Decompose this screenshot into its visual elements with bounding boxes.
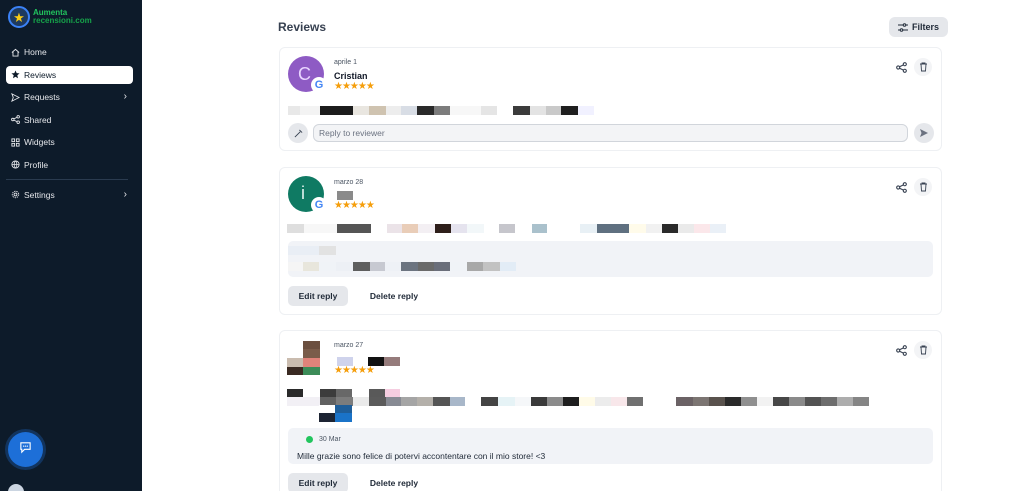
sidebar-item-home[interactable]: Home bbox=[6, 43, 133, 61]
sidebar-item-label: Requests bbox=[24, 92, 60, 103]
chat-button[interactable] bbox=[8, 432, 43, 467]
magic-wand-icon bbox=[294, 129, 302, 137]
star-logo-icon: ★ bbox=[8, 6, 30, 28]
brand-line-2: recensioni.com bbox=[33, 16, 92, 25]
redacted-reviewer-name bbox=[334, 191, 353, 200]
sidebar-item-settings[interactable]: Settings › bbox=[6, 186, 133, 204]
send-icon bbox=[920, 129, 928, 137]
delete-review-button[interactable] bbox=[914, 178, 932, 196]
trash-icon bbox=[919, 345, 927, 355]
sidebar: ★ Aumenta recensioni.com Home Reviews Re… bbox=[0, 0, 142, 491]
page-title: Reviews bbox=[278, 20, 327, 34]
reply-content: 30 Mar Mille grazie sono felice di poter… bbox=[288, 428, 933, 464]
reply-composer bbox=[288, 123, 934, 143]
review-date: aprile 1 bbox=[334, 59, 357, 66]
share-icon bbox=[895, 181, 907, 193]
sidebar-item-profile[interactable]: Profile bbox=[6, 156, 133, 174]
sidebar-item-label: Shared bbox=[24, 114, 52, 125]
star-icon bbox=[10, 70, 20, 80]
avatar: C G bbox=[288, 56, 327, 93]
avatar: i G bbox=[288, 176, 327, 213]
share-icon bbox=[10, 115, 20, 125]
share-icon bbox=[895, 344, 907, 356]
sidebar-nav: Home Reviews Requests › Shared Widgets P… bbox=[6, 43, 133, 208]
reply-text: Mille grazie sono felice di potervi acco… bbox=[297, 451, 546, 461]
google-icon: G bbox=[311, 77, 327, 93]
share-button[interactable] bbox=[892, 58, 910, 76]
redacted-review-text bbox=[288, 106, 594, 115]
sidebar-item-requests[interactable]: Requests › bbox=[6, 88, 133, 106]
redacted-review-text bbox=[287, 224, 726, 233]
review-date: marzo 27 bbox=[334, 342, 364, 349]
gear-icon bbox=[10, 190, 20, 200]
sidebar-item-label: Reviews bbox=[24, 69, 57, 80]
ai-suggest-button[interactable] bbox=[288, 123, 308, 143]
reply-date: 30 Mar bbox=[319, 436, 341, 443]
star-rating: ★★★★★ bbox=[334, 81, 375, 92]
sidebar-item-reviews[interactable]: Reviews bbox=[6, 65, 133, 84]
sidebar-item-widgets[interactable]: Widgets bbox=[6, 133, 133, 151]
sidebar-item-shared[interactable]: Shared bbox=[6, 111, 133, 129]
sliders-icon bbox=[897, 22, 908, 32]
edit-reply-button[interactable]: Edit reply bbox=[288, 286, 348, 306]
delete-reply-button[interactable]: Delete reply bbox=[364, 286, 424, 306]
brand-logo[interactable]: ★ Aumenta recensioni.com bbox=[8, 6, 92, 28]
trash-icon bbox=[919, 182, 927, 192]
delete-review-button[interactable] bbox=[914, 58, 932, 76]
send-reply-button[interactable] bbox=[914, 123, 934, 143]
status-dot-icon bbox=[306, 436, 313, 443]
google-icon: G bbox=[311, 197, 327, 213]
star-rating: ★★★★★ bbox=[334, 200, 375, 211]
user-profile[interactable] bbox=[8, 484, 30, 491]
trash-icon bbox=[919, 62, 927, 72]
chat-bubble-icon bbox=[19, 441, 32, 459]
avatar bbox=[287, 341, 323, 375]
sidebar-item-label: Settings bbox=[24, 189, 55, 200]
share-icon bbox=[895, 61, 907, 73]
reply-input[interactable] bbox=[313, 124, 908, 142]
star-rating: ★★★★★ bbox=[334, 365, 375, 376]
share-button[interactable] bbox=[892, 341, 910, 359]
sidebar-item-label: Profile bbox=[24, 159, 49, 170]
home-icon bbox=[10, 47, 20, 57]
review-card: marzo 27 ★★★★★ 30 Mar Mille grazie sono … bbox=[279, 330, 942, 491]
grid-icon bbox=[10, 137, 20, 147]
send-icon bbox=[10, 92, 20, 102]
reply-content bbox=[288, 241, 933, 277]
globe-icon bbox=[10, 160, 20, 170]
filters-button[interactable]: Filters bbox=[889, 17, 948, 37]
chevron-right-icon: › bbox=[123, 91, 127, 103]
delete-review-button[interactable] bbox=[914, 341, 932, 359]
chevron-right-icon: › bbox=[123, 188, 127, 200]
avatar bbox=[8, 484, 24, 491]
delete-reply-button[interactable]: Delete reply bbox=[364, 473, 424, 491]
review-card: C G aprile 1 Cristian ★★★★★ bbox=[279, 47, 942, 151]
sidebar-item-label: Widgets bbox=[24, 137, 55, 148]
filters-label: Filters bbox=[911, 22, 939, 32]
reviewer-name: Cristian bbox=[334, 71, 368, 81]
sidebar-item-label: Home bbox=[24, 47, 47, 57]
review-card: i G marzo 28 ★★★★★ Edit reply Delete rep… bbox=[279, 167, 942, 315]
review-date: marzo 28 bbox=[334, 179, 364, 186]
nav-divider bbox=[6, 178, 128, 180]
edit-reply-button[interactable]: Edit reply bbox=[288, 473, 348, 491]
share-button[interactable] bbox=[892, 178, 910, 196]
